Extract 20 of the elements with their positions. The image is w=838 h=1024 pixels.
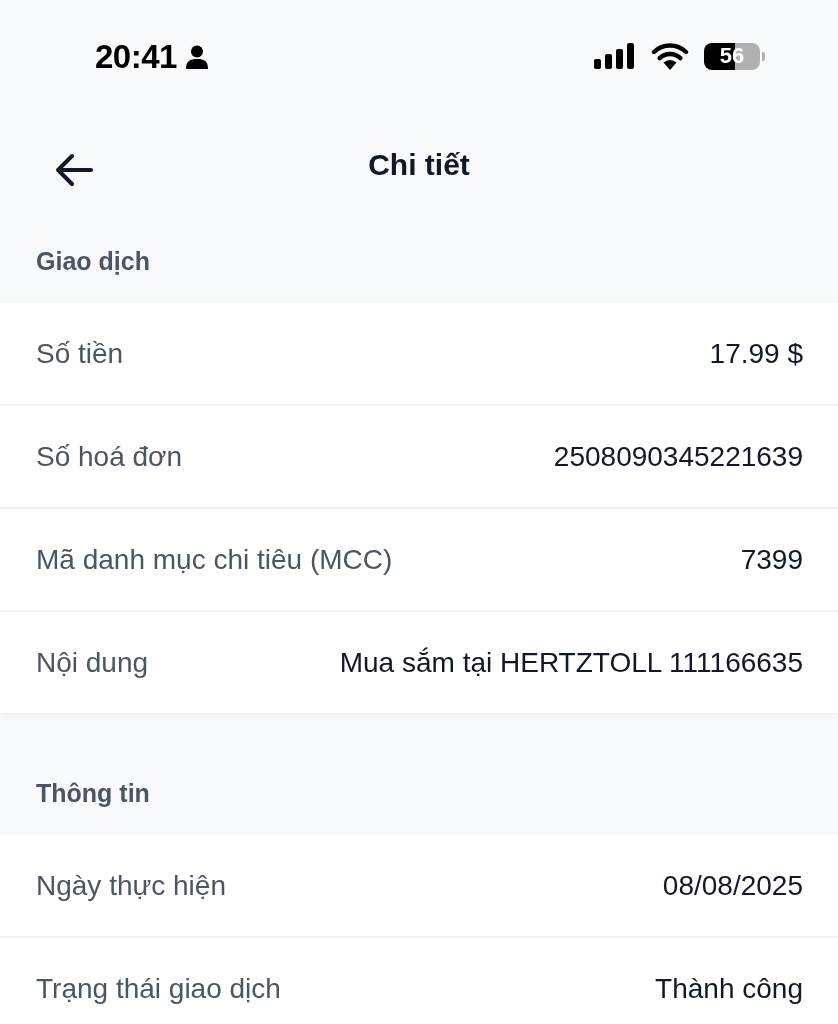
signal-icon	[594, 43, 636, 69]
field-value: 7399	[740, 543, 803, 576]
field-label: Mã danh mục chi tiêu (MCC)	[36, 543, 393, 576]
field-label: Trạng thái giao dịch	[36, 972, 281, 1005]
field-value: 08/08/2025	[662, 869, 803, 902]
field-value: 2508090345221639	[553, 440, 803, 473]
section-title: Thông tin	[36, 779, 150, 808]
field-value: 17.99 $	[709, 337, 803, 370]
field-label: Nội dung	[36, 646, 149, 679]
section-title: Giao dịch	[36, 247, 150, 276]
wifi-icon	[651, 42, 689, 70]
page-title: Chi tiết	[368, 148, 470, 182]
field-value: Thành công	[655, 972, 803, 1005]
field-label: Ngày thực hiện	[36, 869, 226, 902]
back-arrow-icon	[55, 153, 93, 187]
field-value: Mua sắm tại HERTZTOLL 111166635	[339, 646, 803, 679]
field-label: Số tiền	[36, 337, 124, 370]
field-label: Số hoá đơn	[36, 440, 183, 473]
person-icon	[185, 45, 208, 69]
status-time: 20:41	[95, 38, 177, 76]
